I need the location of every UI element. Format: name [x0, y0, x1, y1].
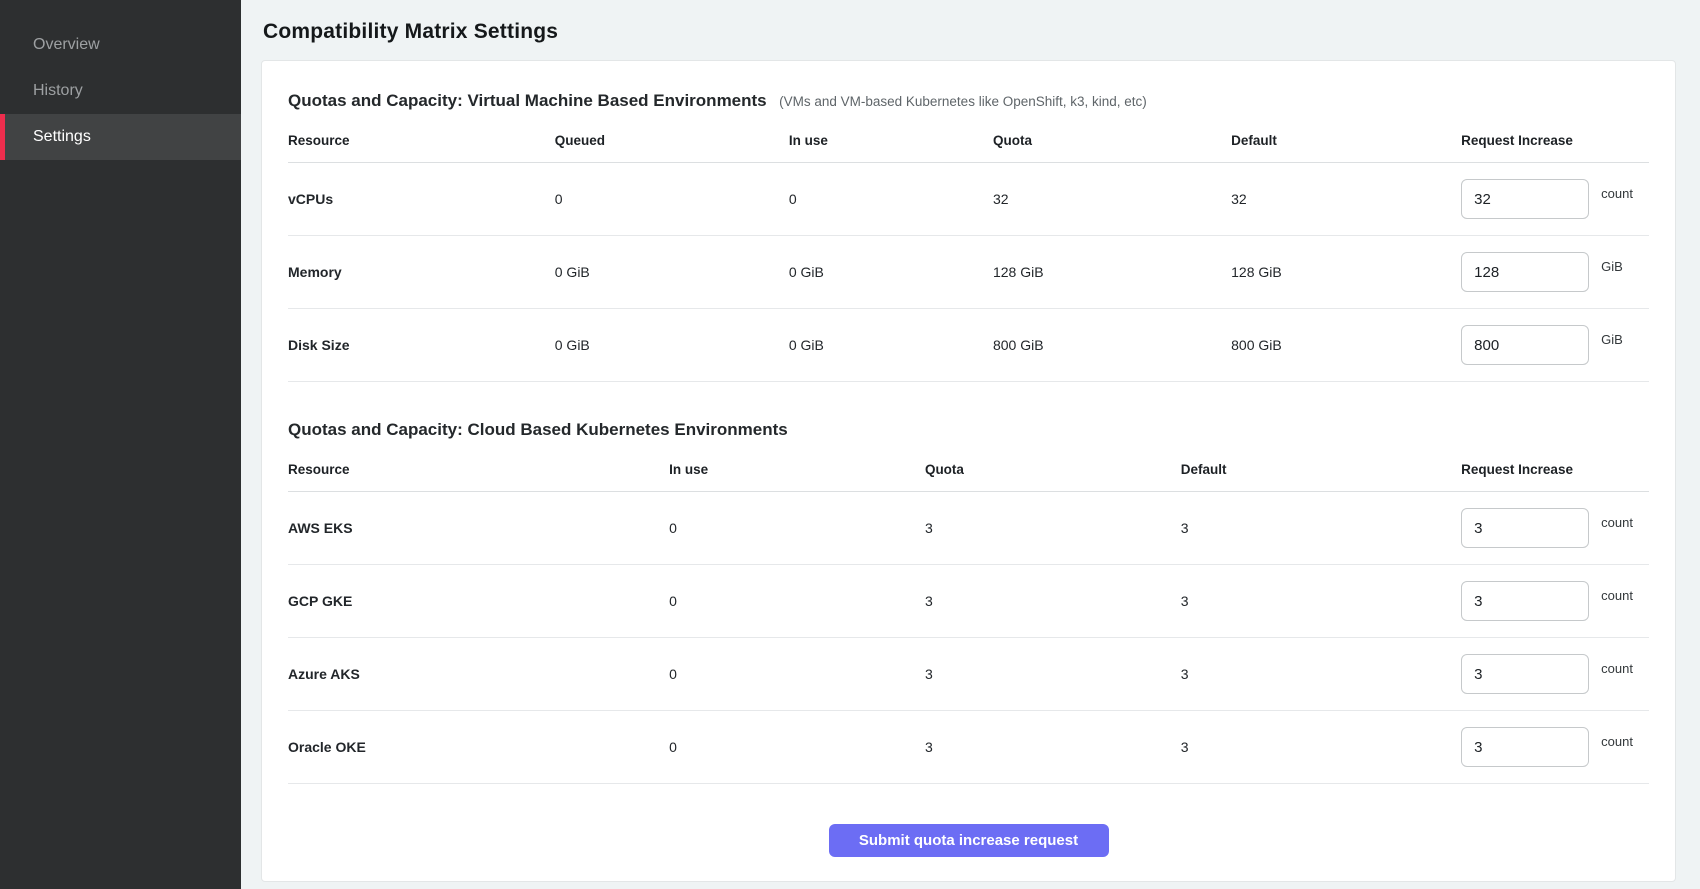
table-row: Oracle OKE 0 3 3 count: [288, 711, 1649, 784]
cloud-header-request-increase: Request Increase: [1461, 462, 1649, 477]
table-row: GCP GKE 0 3 3 count: [288, 565, 1649, 638]
cloud-row-in-use: 0: [669, 739, 925, 755]
vm-header-queued: Queued: [555, 133, 789, 148]
cloud-row-default: 3: [1181, 520, 1461, 536]
vm-row-request-cell: GiB: [1461, 238, 1649, 306]
cloud-row-default: 3: [1181, 593, 1461, 609]
cloud-header-quota: Quota: [925, 462, 1181, 477]
vm-row-resource: vCPUs: [288, 191, 555, 207]
vcpus-request-input[interactable]: [1461, 179, 1589, 219]
cloud-row-quota: 3: [925, 593, 1181, 609]
vm-header-request-increase: Request Increase: [1461, 133, 1649, 148]
cloud-row-request-cell: count: [1461, 713, 1649, 781]
cloud-row-resource: Azure AKS: [288, 666, 669, 682]
submit-area: Submit quota increase request: [288, 784, 1649, 869]
cloud-header-resource: Resource: [288, 462, 669, 477]
cloud-row-request-cell: count: [1461, 640, 1649, 708]
cloud-row-resource: Oracle OKE: [288, 739, 669, 755]
oracle-oke-request-input[interactable]: [1461, 727, 1589, 767]
settings-card: Quotas and Capacity: Virtual Machine Bas…: [261, 60, 1676, 882]
vm-row-resource: Disk Size: [288, 337, 555, 353]
cloud-row-default: 3: [1181, 739, 1461, 755]
disk-size-request-input[interactable]: [1461, 325, 1589, 365]
cloud-section-title: Quotas and Capacity: Cloud Based Kuberne…: [288, 420, 788, 439]
table-row: AWS EKS 0 3 3 count: [288, 492, 1649, 565]
vm-row-queued: 0 GiB: [555, 264, 789, 280]
vm-row-unit: GiB: [1601, 259, 1623, 274]
table-row: vCPUs 0 0 32 32 count: [288, 163, 1649, 236]
sidebar-item-history[interactable]: History: [0, 68, 241, 114]
vm-row-quota: 32: [993, 191, 1231, 207]
vm-row-in-use: 0 GiB: [789, 264, 993, 280]
vm-row-in-use: 0: [789, 191, 993, 207]
vm-row-request-cell: GiB: [1461, 311, 1649, 379]
vm-header-resource: Resource: [288, 133, 555, 148]
cloud-row-resource: GCP GKE: [288, 593, 669, 609]
cloud-row-quota: 3: [925, 520, 1181, 536]
cloud-table-header: Resource In use Quota Default Request In…: [288, 462, 1649, 492]
vm-row-unit: count: [1601, 186, 1633, 201]
aws-eks-request-input[interactable]: [1461, 508, 1589, 548]
vm-row-resource: Memory: [288, 264, 555, 280]
table-row: Disk Size 0 GiB 0 GiB 800 GiB 800 GiB Gi…: [288, 309, 1649, 382]
cloud-row-request-cell: count: [1461, 494, 1649, 562]
vm-row-quota: 800 GiB: [993, 337, 1231, 353]
azure-aks-request-input[interactable]: [1461, 654, 1589, 694]
vm-row-queued: 0: [555, 191, 789, 207]
table-row: Memory 0 GiB 0 GiB 128 GiB 128 GiB GiB: [288, 236, 1649, 309]
vm-row-default: 800 GiB: [1231, 337, 1461, 353]
memory-request-input[interactable]: [1461, 252, 1589, 292]
vm-section-header: Quotas and Capacity: Virtual Machine Bas…: [288, 91, 1649, 111]
cloud-row-in-use: 0: [669, 593, 925, 609]
cloud-row-quota: 3: [925, 666, 1181, 682]
vm-header-in-use: In use: [789, 133, 993, 148]
vm-section-title: Quotas and Capacity: Virtual Machine Bas…: [288, 91, 767, 110]
vm-header-default: Default: [1231, 133, 1461, 148]
cloud-row-in-use: 0: [669, 666, 925, 682]
vm-section-subtitle: (VMs and VM-based Kubernetes like OpenSh…: [779, 94, 1147, 109]
vm-row-queued: 0 GiB: [555, 337, 789, 353]
vm-header-quota: Quota: [993, 133, 1231, 148]
vm-row-default: 128 GiB: [1231, 264, 1461, 280]
table-row: Azure AKS 0 3 3 count: [288, 638, 1649, 711]
sidebar-item-settings[interactable]: Settings: [0, 114, 241, 160]
cloud-row-default: 3: [1181, 666, 1461, 682]
page-title: Compatibility Matrix Settings: [263, 20, 1676, 44]
main-content: Compatibility Matrix Settings Quotas and…: [241, 0, 1700, 889]
cloud-row-in-use: 0: [669, 520, 925, 536]
cloud-row-unit: count: [1601, 734, 1633, 749]
vm-row-quota: 128 GiB: [993, 264, 1231, 280]
cloud-row-unit: count: [1601, 661, 1633, 676]
submit-quota-increase-button[interactable]: Submit quota increase request: [829, 824, 1109, 857]
cloud-header-in-use: In use: [669, 462, 925, 477]
cloud-row-request-cell: count: [1461, 567, 1649, 635]
vm-row-in-use: 0 GiB: [789, 337, 993, 353]
cloud-row-unit: count: [1601, 515, 1633, 530]
vm-row-unit: GiB: [1601, 332, 1623, 347]
cloud-header-default: Default: [1181, 462, 1461, 477]
sidebar-item-overview[interactable]: Overview: [0, 22, 241, 68]
vm-table-header: Resource Queued In use Quota Default Req…: [288, 133, 1649, 163]
cloud-section-header: Quotas and Capacity: Cloud Based Kuberne…: [288, 420, 1649, 440]
cloud-row-unit: count: [1601, 588, 1633, 603]
vm-row-default: 32: [1231, 191, 1461, 207]
cloud-row-quota: 3: [925, 739, 1181, 755]
vm-row-request-cell: count: [1461, 165, 1649, 233]
gcp-gke-request-input[interactable]: [1461, 581, 1589, 621]
sidebar: Overview History Settings: [0, 0, 241, 889]
cloud-row-resource: AWS EKS: [288, 520, 669, 536]
